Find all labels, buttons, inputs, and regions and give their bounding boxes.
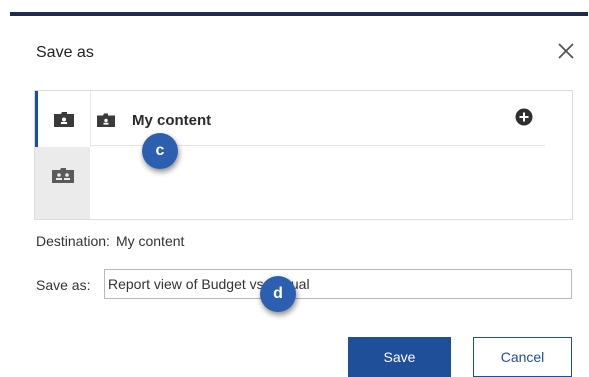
save-as-label: Save as: <box>36 277 91 293</box>
close-icon[interactable] <box>555 40 577 62</box>
folder-icon <box>97 113 115 132</box>
content-rail <box>35 91 91 219</box>
add-circle-icon[interactable] <box>515 108 533 131</box>
destination-label: Destination: <box>36 233 110 249</box>
content-browser: My content <box>34 90 573 220</box>
rail-item-my-content[interactable] <box>35 91 91 147</box>
rail-item-team-content[interactable] <box>35 147 90 203</box>
destination-value: My content <box>115 233 185 249</box>
destination-line: Destination: My content <box>36 233 184 249</box>
folder-label: My content <box>132 112 212 129</box>
dialog-title: Save as <box>36 44 94 61</box>
annotation-badge-d: d <box>260 276 296 312</box>
save-as-name-input[interactable] <box>104 269 572 299</box>
save-button[interactable]: Save <box>348 337 451 377</box>
dialog-top-border <box>10 12 588 16</box>
cancel-button[interactable]: Cancel <box>473 337 572 377</box>
annotation-badge-c: c <box>142 133 178 169</box>
